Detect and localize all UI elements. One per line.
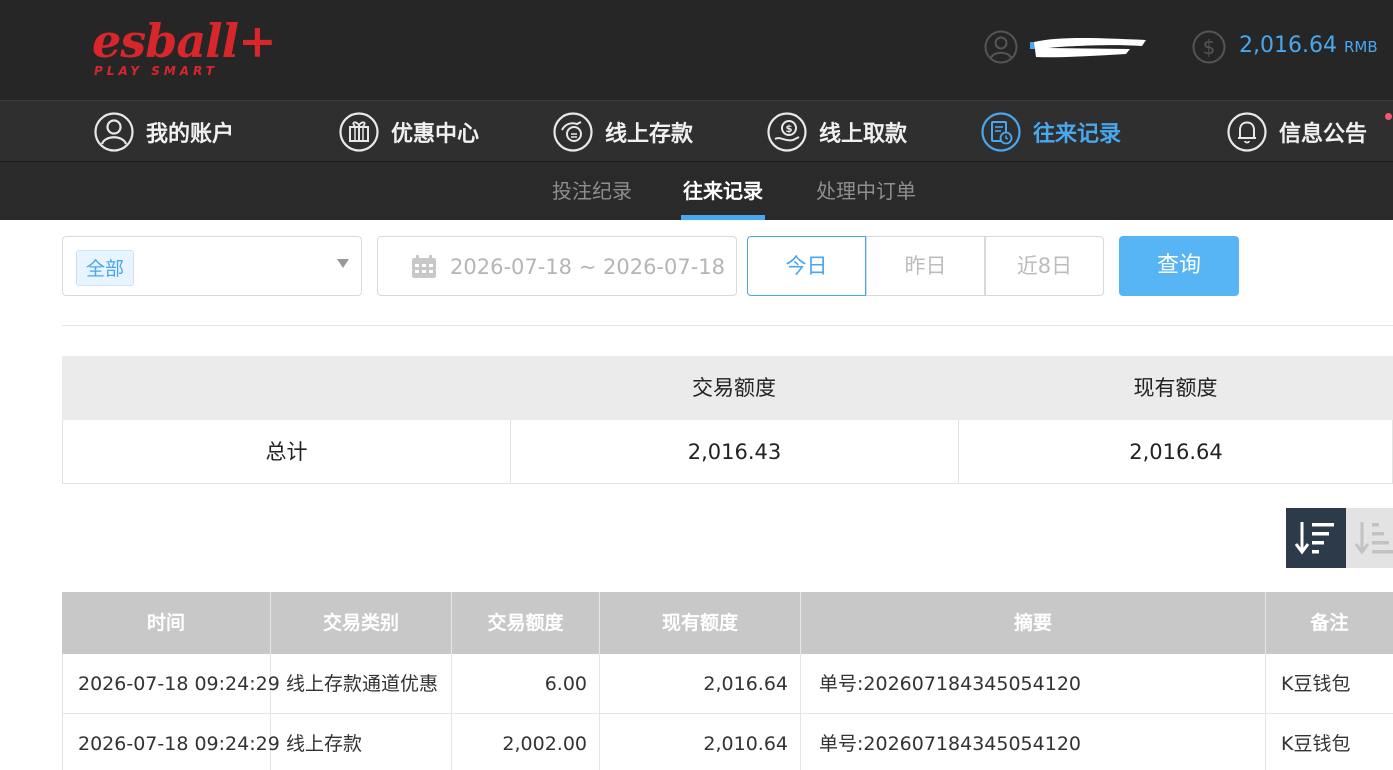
balance-amount: 2,016.64 (1239, 33, 1337, 58)
bell-icon (1227, 112, 1267, 152)
summary-header-current: 现有额度 (1133, 376, 1218, 400)
yesterday-button[interactable]: 昨日 (866, 236, 985, 296)
nav-my-account[interactable]: 我的账户 (94, 101, 234, 163)
cell-note: K豆钱包 (1281, 673, 1351, 695)
esball-logo[interactable]: esball+ PLAY SMART (92, 14, 277, 78)
summary-table: 交易额度 现有额度 总计 2,016.43 2,016.64 (62, 356, 1393, 484)
sort-desc-icon (1294, 522, 1334, 555)
top-header: esball+ PLAY SMART $ 2,016.64 RMB (0, 0, 1393, 100)
svg-text:$: $ (786, 124, 793, 135)
tab-transaction-records[interactable]: 往来记录 (681, 162, 765, 220)
record-clock-icon (981, 112, 1021, 152)
cell-type: 线上存款 (271, 714, 452, 770)
last-8-days-button[interactable]: 近8日 (985, 236, 1104, 296)
nav-label: 线上存款 (605, 122, 694, 147)
cell-balance: 2,016.64 (600, 654, 801, 714)
records-header: 时间 交易类别 交易额度 现有额度 摘要 备注 (62, 592, 1393, 654)
sort-asc-button[interactable] (1346, 508, 1393, 568)
svg-text:$: $ (1203, 35, 1216, 59)
sub-nav: 投注纪录 往来记录 处理中订单 (0, 162, 1393, 220)
withdraw-hand-icon: $ (767, 112, 807, 152)
nav-label: 线上取款 (819, 122, 908, 147)
transaction-type-select[interactable]: 全部 (62, 236, 362, 296)
user-icon (984, 30, 1018, 64)
date-range-picker[interactable]: 2026-07-18 ~ 2026-07-18 (377, 236, 737, 296)
table-row: 2026-07-18 09:24:29 线上存款通道优惠 6.00 2,016.… (62, 654, 1393, 714)
summary-header-transaction: 交易额度 (692, 376, 776, 400)
summary-total-row: 总计 2,016.43 2,016.64 (62, 420, 1393, 484)
sort-desc-button[interactable] (1286, 508, 1346, 568)
logo-text: esball+ (92, 14, 277, 68)
col-balance: 现有额度 (600, 592, 801, 654)
nav-label: 优惠中心 (391, 122, 480, 147)
cell-time: 2026-07-18 09:24:29 (63, 714, 280, 770)
summary-total-label: 总计 (265, 440, 308, 464)
notification-dot (1385, 113, 1392, 120)
dollar-coin-icon: $ (1192, 30, 1226, 64)
cell-amount: 6.00 (452, 654, 600, 714)
col-time: 时间 (62, 592, 271, 654)
user-circle-icon (94, 112, 134, 152)
cell-note: K豆钱包 (1281, 733, 1351, 755)
tab-pending-orders[interactable]: 处理中订单 (813, 162, 919, 220)
summary-total-transaction: 2,016.43 (687, 440, 782, 464)
summary-total-current: 2,016.64 (1129, 440, 1223, 464)
col-amount: 交易额度 (452, 592, 600, 654)
summary-header-blank (62, 356, 510, 420)
selected-type-tag[interactable]: 全部 (76, 250, 135, 286)
col-summary: 摘要 (801, 592, 1266, 654)
cell-balance: 2,010.64 (600, 714, 801, 770)
nav-label: 我的账户 (146, 122, 235, 147)
nav-online-withdraw[interactable]: $ 线上取款 (767, 101, 907, 163)
calendar-icon (412, 255, 436, 278)
table-row: 2026-07-18 09:24:29 线上存款 2,002.00 2,010.… (62, 714, 1393, 770)
cell-time: 2026-07-18 09:24:29 (63, 654, 280, 714)
nav-promotions[interactable]: 优惠中心 (339, 101, 479, 163)
tab-bet-records[interactable]: 投注纪录 (549, 162, 635, 220)
balance-display: 2,016.64 RMB (1239, 31, 1378, 62)
nav-online-deposit[interactable]: 线上存款 (553, 101, 693, 163)
redacted-username (1030, 38, 1146, 58)
nav-announcements[interactable]: 信息公告 (1227, 101, 1367, 163)
balance-currency: RMB (1343, 38, 1378, 56)
nav-label: 信息公告 (1279, 122, 1368, 147)
summary-header: 交易额度 现有额度 (62, 356, 1393, 420)
cell-amount: 2,002.00 (452, 714, 600, 770)
today-button[interactable]: 今日 (747, 236, 866, 296)
logo-slogan: PLAY SMART (94, 64, 218, 78)
deposit-hand-icon (553, 112, 593, 152)
gift-icon (339, 112, 379, 152)
cell-type: 线上存款通道优惠 (271, 654, 452, 714)
section-divider (62, 325, 1393, 326)
query-button[interactable]: 查询 (1119, 236, 1239, 296)
nav-label: 往来记录 (1033, 122, 1122, 147)
date-range-text: 2026-07-18 ~ 2026-07-18 (450, 255, 726, 279)
records-table: 时间 交易类别 交易额度 现有额度 摘要 备注 2026-07-18 09:24… (62, 592, 1393, 770)
sort-asc-icon (1354, 522, 1393, 555)
cell-summary: 单号:202607184345054120 (801, 654, 1266, 714)
nav-transaction-records[interactable]: 往来记录 (981, 101, 1121, 163)
col-type: 交易类别 (271, 592, 452, 654)
cell-summary: 单号:202607184345054120 (801, 714, 1266, 770)
col-note: 备注 (1310, 612, 1349, 634)
chevron-down-icon (337, 259, 349, 268)
main-nav: 我的账户 优惠中心 线上存款 $ 线上取款 往来记录 信息公告 (0, 100, 1393, 162)
